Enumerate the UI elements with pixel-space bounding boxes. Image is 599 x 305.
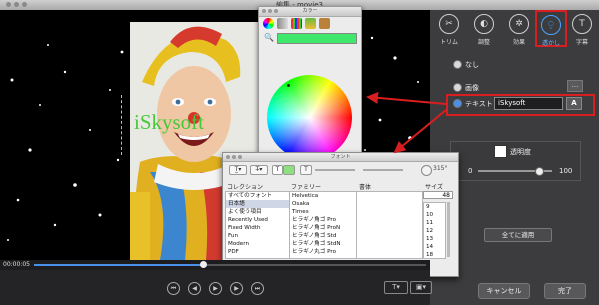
text-overlay-icon[interactable]: T▾ [384,281,408,294]
timeline-progress [34,264,203,266]
current-time: 00:00:05 [3,261,30,268]
skip-back-icon[interactable]: ⏮ [167,282,180,295]
skip-forward-icon[interactable]: ⏭ [251,282,264,295]
play-icon[interactable]: ▶ [209,282,222,295]
timeline-playhead[interactable] [199,261,207,268]
camera-icon[interactable]: ▣▾ [410,281,432,294]
step-back-icon[interactable]: ◀ [188,282,201,295]
step-forward-icon[interactable]: ▶ [230,282,243,295]
done-button[interactable]: 完了 [544,283,586,299]
timeline-bar: 00:00:05 [0,260,430,270]
cancel-button[interactable]: キャンセル [478,283,530,299]
